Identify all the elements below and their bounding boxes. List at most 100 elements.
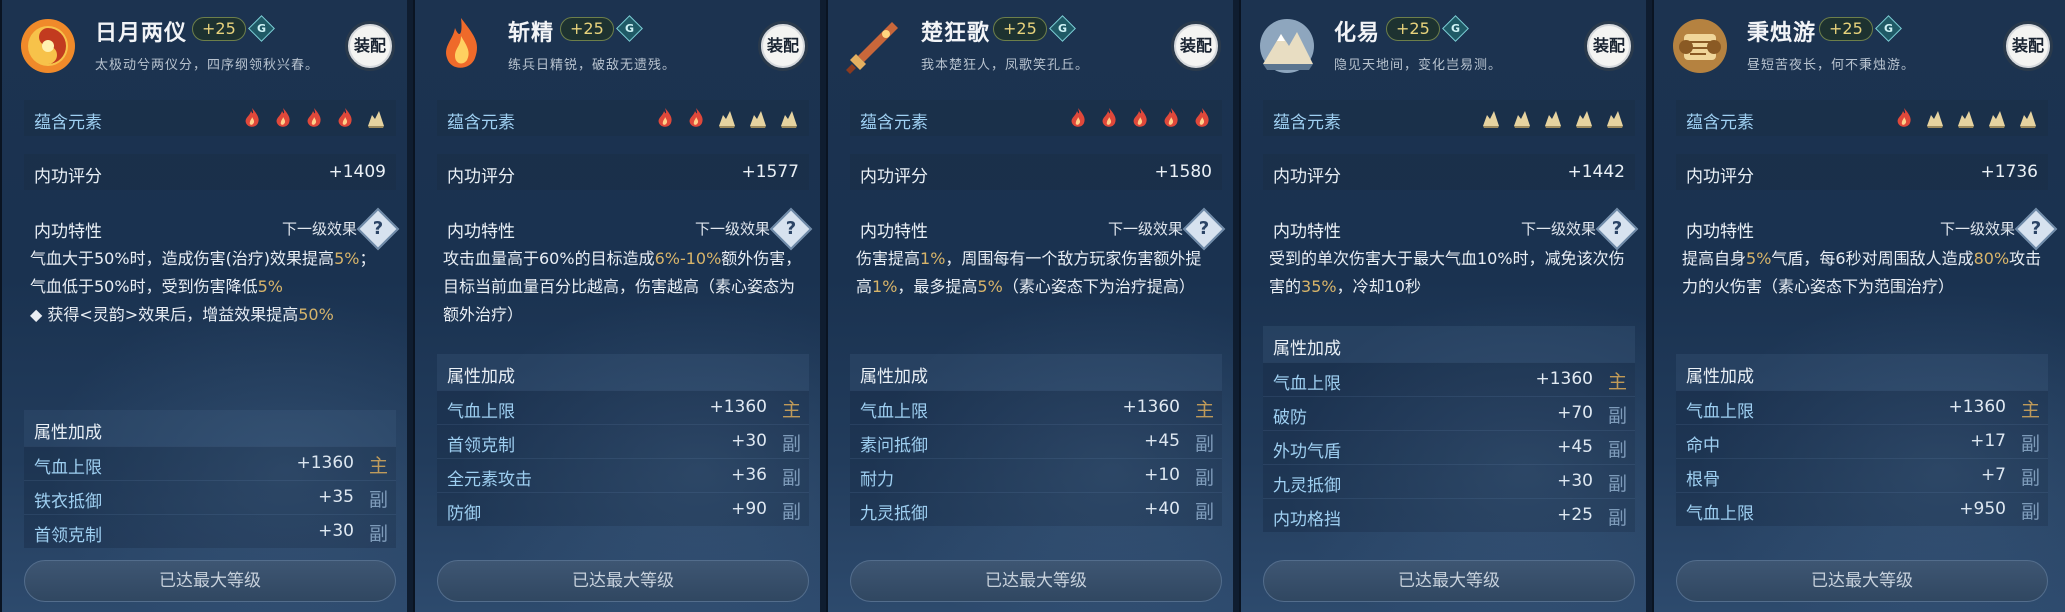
level-badge: +25 (1819, 17, 1873, 41)
equip-button[interactable]: 装配 (1171, 21, 1221, 71)
attribute-list: 气血上限 +1360 主首领克制 +30 副全元素攻击 +36 副防御 +90 副 (437, 390, 809, 526)
next-level-effect-link[interactable]: 下一级效果 (1108, 218, 1183, 239)
skill-card-huayi: 化易 +25 G 隐见天地间，变化岂易测。 装配 蕴含元素 内功评分 +1442… (1239, 0, 1646, 612)
trait-description: 气血大于50%时，造成伤害(治疗)效果提高5%；气血低于50%时，受到伤害降低5… (30, 249, 376, 324)
attribute-name: 命中 (1686, 436, 1720, 456)
attribute-tag: 副 (2020, 467, 2040, 489)
attribute-name: 气血上限 (447, 402, 515, 422)
attribute-list: 气血上限 +1360 主命中 +17 副根骨 +7 副气血上限 +950 副 (1676, 390, 2048, 526)
next-level-effect-link[interactable]: 下一级效果 (1940, 218, 2015, 239)
attribute-row: 破防 +70 副 (1263, 396, 1635, 430)
attribute-name: 九灵抵御 (860, 504, 928, 524)
skill-title: 化易 (1334, 21, 1381, 46)
attribute-name: 九灵抵御 (1273, 476, 1341, 496)
attribute-name: 气血上限 (1273, 374, 1341, 394)
equip-button[interactable]: 装配 (1584, 21, 1634, 71)
attribute-value: +45 (1557, 437, 1593, 457)
attribute-name: 全元素攻击 (447, 470, 532, 490)
score-row: 内功评分 +1577 (437, 154, 809, 190)
sun-moon-icon (14, 12, 82, 80)
attribute-row: 外功气盾 +45 副 (1263, 430, 1635, 464)
attribute-bonus-section: 属性加成 气血上限 +1360 主素问抵御 +45 副耐力 +10 副九灵抵御 +40 副 (850, 354, 1222, 526)
trait-description: 提高自身5%气盾，每6秒对周围敌人造成80%攻击力的火伤害（素心姿态下为范围治疗… (1682, 249, 2042, 296)
earth-element-icon (1956, 107, 1976, 129)
max-level-button[interactable]: 已达最大等级 (437, 560, 809, 602)
fire-element-icon (1099, 107, 1119, 129)
attribute-row: 素问抵御 +45 副 (850, 424, 1222, 458)
elements-row: 蕴含元素 (437, 100, 809, 136)
skill-title: 秉烛游 (1747, 21, 1817, 46)
earth-element-icon (2018, 107, 2038, 129)
trait-description: 受到的单次伤害大于最大气血10%时，减免该次伤害的35%，冷却10秒 (1269, 249, 1625, 296)
gem-icon: G (1875, 15, 1902, 42)
level-badge: +25 (192, 17, 246, 41)
attribute-tag: 副 (368, 523, 388, 545)
element-icons (655, 107, 799, 129)
attribute-value: +1360 (1948, 397, 2006, 417)
attribute-row: 气血上限 +1360 主 (1263, 362, 1635, 396)
attribute-bonus-title: 属性加成 (850, 354, 1222, 390)
attribute-row: 气血上限 +1360 主 (24, 446, 396, 480)
trait-label: 内功特性 (1273, 222, 1341, 242)
attribute-row: 气血上限 +1360 主 (1676, 390, 2048, 424)
element-icons (242, 107, 386, 129)
attribute-bonus-title: 属性加成 (1263, 326, 1635, 362)
help-icon[interactable]: ? (1595, 207, 1639, 251)
max-level-button[interactable]: 已达最大等级 (1263, 560, 1635, 602)
attribute-list: 气血上限 +1360 主铁衣抵御 +35 副首领克制 +30 副 (24, 446, 396, 548)
attribute-row: 命中 +17 副 (1676, 424, 2048, 458)
attribute-tag: 副 (1607, 405, 1627, 427)
elements-label: 蕴含元素 (447, 113, 515, 133)
attribute-tag: 主 (1607, 371, 1627, 393)
equip-button[interactable]: 装配 (758, 21, 808, 71)
help-icon[interactable]: ? (1182, 207, 1226, 251)
attribute-bonus-section: 属性加成 气血上限 +1360 主铁衣抵御 +35 副首领克制 +30 副 (24, 410, 396, 548)
attribute-tag: 主 (2020, 399, 2040, 421)
score-value: +1577 (741, 162, 799, 182)
attribute-row: 气血上限 +1360 主 (437, 390, 809, 424)
elements-row: 蕴含元素 (1676, 100, 2048, 136)
skill-description: 练兵日精锐，破敌无遗残。 (508, 58, 677, 73)
attribute-name: 防御 (447, 504, 481, 524)
attribute-name: 铁衣抵御 (34, 492, 102, 512)
trait-label: 内功特性 (1686, 222, 1754, 242)
attribute-value: +30 (1557, 471, 1593, 491)
earth-element-icon (779, 107, 799, 129)
attribute-value: +1360 (1535, 369, 1593, 389)
next-level-effect-link[interactable]: 下一级效果 (695, 218, 770, 239)
attribute-value: +1360 (1122, 397, 1180, 417)
equip-button[interactable]: 装配 (345, 21, 395, 71)
max-level-button[interactable]: 已达最大等级 (24, 560, 396, 602)
attribute-bonus-title: 属性加成 (437, 354, 809, 390)
attribute-tag: 副 (1607, 507, 1627, 529)
attribute-name: 破防 (1273, 408, 1307, 428)
help-icon[interactable]: ? (356, 207, 400, 251)
attribute-name: 耐力 (860, 470, 894, 490)
max-level-button[interactable]: 已达最大等级 (850, 560, 1222, 602)
attribute-tag: 副 (781, 467, 801, 489)
attribute-tag: 副 (2020, 501, 2040, 523)
equip-button[interactable]: 装配 (2003, 21, 2053, 71)
attribute-name: 气血上限 (34, 458, 102, 478)
help-icon[interactable]: ? (2014, 207, 2058, 251)
fire-element-icon (686, 107, 706, 129)
help-icon[interactable]: ? (769, 207, 813, 251)
elements-row: 蕴含元素 (1263, 100, 1635, 136)
next-level-effect-link[interactable]: 下一级效果 (282, 218, 357, 239)
attribute-row: 首领克制 +30 副 (437, 424, 809, 458)
fire-element-icon (1068, 107, 1088, 129)
attribute-row: 气血上限 +950 副 (1676, 492, 2048, 526)
attribute-list: 气血上限 +1360 主素问抵御 +45 副耐力 +10 副九灵抵御 +40 副 (850, 390, 1222, 526)
attribute-value: +17 (1970, 431, 2006, 451)
max-level-button[interactable]: 已达最大等级 (1676, 560, 2048, 602)
sword-icon (840, 12, 908, 80)
attribute-row: 铁衣抵御 +35 副 (24, 480, 396, 514)
score-label: 内功评分 (1273, 167, 1341, 187)
earth-element-icon (1925, 107, 1945, 129)
next-level-effect-link[interactable]: 下一级效果 (1521, 218, 1596, 239)
score-row: 内功评分 +1442 (1263, 154, 1635, 190)
attribute-row: 根骨 +7 副 (1676, 458, 2048, 492)
attribute-row: 气血上限 +1360 主 (850, 390, 1222, 424)
attribute-tag: 主 (368, 455, 388, 477)
level-badge: +25 (993, 17, 1047, 41)
